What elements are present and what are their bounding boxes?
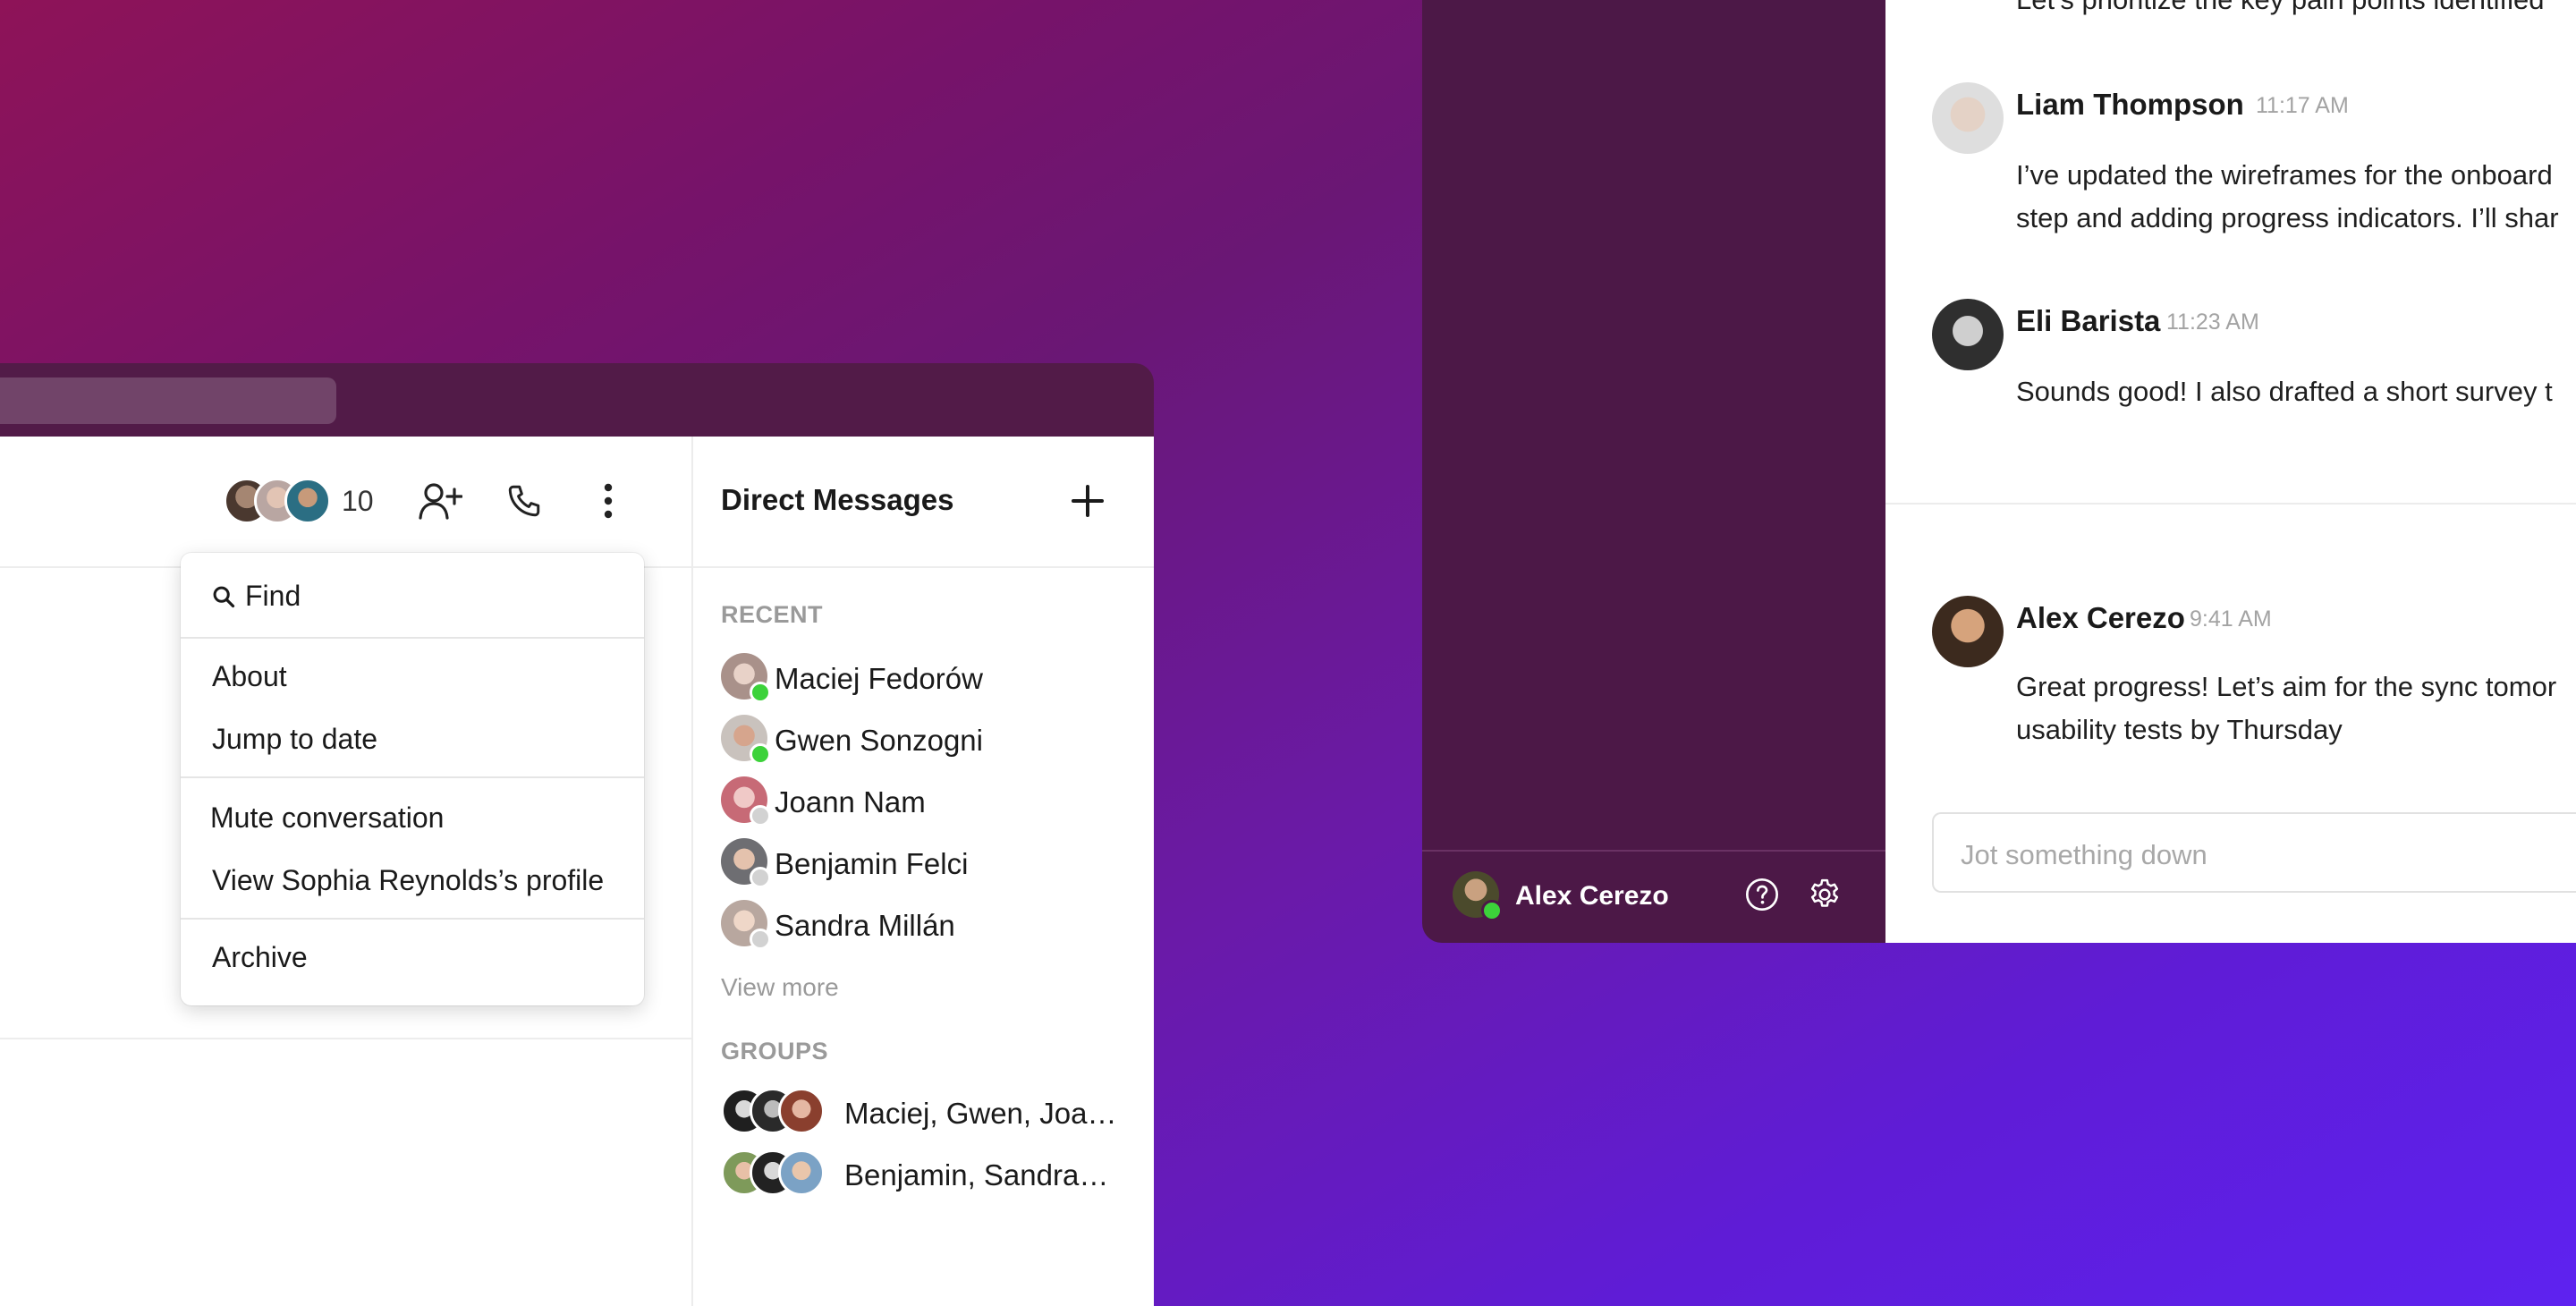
dm-name: Joann Nam — [775, 785, 926, 818]
message-text: Let’s prioritize the key pain points ide… — [2016, 0, 2545, 21]
menu-separator — [181, 776, 644, 778]
message-text: usability tests by Thursday — [2016, 714, 2343, 745]
titlebar-search-bar[interactable] — [0, 377, 336, 424]
message-time: 9:41 AM — [2190, 606, 2272, 632]
menu-item-mute[interactable]: Mute conversation — [210, 801, 444, 835]
current-user-avatar[interactable] — [1453, 871, 1503, 921]
menu-separator — [181, 918, 644, 920]
member-avatar[interactable] — [284, 478, 331, 524]
left-window-titlebar — [0, 363, 1154, 437]
message-avatar[interactable] — [1932, 82, 2004, 154]
dm-name: Maciej Fedorów — [775, 662, 983, 695]
message-avatar[interactable] — [1932, 596, 2004, 667]
help-button[interactable] — [1735, 868, 1789, 921]
menu-item-view-profile[interactable]: View Sophia Reynolds’s profile — [212, 864, 604, 897]
view-more-link[interactable]: View more — [721, 973, 839, 1002]
message-text: Great progress! Let’s aim for the sync t… — [2016, 671, 2557, 702]
recent-section-label: RECENT — [721, 601, 824, 628]
current-user-name: Alex Cerezo — [1515, 881, 1669, 911]
offline-status-dot — [750, 929, 771, 950]
online-status-dot — [750, 743, 771, 765]
offline-status-dot — [750, 805, 771, 827]
call-button[interactable] — [497, 474, 551, 528]
chat-content-divider — [0, 1038, 691, 1039]
message-time: 11:17 AM — [2256, 93, 2349, 118]
message-author[interactable]: Eli Barista — [2016, 304, 2160, 338]
dm-list-item[interactable]: Benjamin Felci — [721, 838, 1141, 888]
online-status-dot — [1481, 900, 1503, 921]
more-options-button[interactable] — [581, 474, 635, 528]
messages-divider — [1885, 503, 2576, 505]
more-vertical-icon — [604, 483, 613, 519]
message-author[interactable]: Liam Thompson — [2016, 88, 2244, 122]
menu-item-archive[interactable]: Archive — [212, 941, 308, 974]
phone-icon — [508, 485, 540, 517]
groups-section-label: GROUPS — [721, 1038, 829, 1064]
gear-icon — [1810, 878, 1839, 907]
message-author[interactable]: Alex Cerezo — [2016, 601, 2185, 635]
options-menu: Find About Jump to date Mute conversatio… — [181, 553, 644, 1005]
new-message-button[interactable] — [1064, 478, 1111, 524]
add-user-button[interactable] — [413, 474, 467, 528]
group-name: Maciej, Gwen, Joa… — [844, 1097, 1117, 1130]
message-text: Sounds good! I also drafted a short surv… — [2016, 376, 2553, 407]
dm-name: Gwen Sonzogni — [775, 724, 983, 757]
dm-header-divider — [693, 566, 1154, 568]
message-text: I’ve updated the wireframes for the onbo… — [2016, 159, 2553, 191]
member-count[interactable]: 10 — [342, 485, 374, 518]
message-text: step and adding progress indicators. I’l… — [2016, 202, 2559, 233]
group-avatar — [778, 1088, 825, 1134]
plus-icon — [1072, 485, 1104, 517]
message-time: 11:23 AM — [2166, 310, 2259, 335]
group-list-item[interactable]: Maciej, Gwen, Joa… — [721, 1088, 1150, 1138]
dm-list-item[interactable]: Gwen Sonzogni — [721, 715, 1141, 765]
menu-separator — [181, 637, 644, 639]
menu-item-about[interactable]: About — [212, 660, 287, 693]
direct-messages-title: Direct Messages — [721, 483, 954, 516]
group-list-item[interactable]: Benjamin, Sandra… — [721, 1149, 1150, 1200]
dm-list-item[interactable]: Joann Nam — [721, 776, 1141, 827]
message-input-placeholder: Jot something down — [1961, 839, 2207, 870]
dm-name: Benjamin Felci — [775, 847, 969, 880]
group-avatar — [778, 1149, 825, 1196]
dm-list-item[interactable]: Maciej Fedorów — [721, 653, 1141, 703]
settings-button[interactable] — [1798, 868, 1852, 921]
menu-item-find[interactable]: Find — [211, 580, 301, 613]
search-icon — [213, 586, 235, 607]
dm-list-item[interactable]: Sandra Millán — [721, 900, 1141, 950]
add-user-icon — [419, 483, 462, 520]
message-avatar[interactable] — [1932, 299, 2004, 370]
menu-item-jump-to-date[interactable]: Jump to date — [212, 723, 377, 756]
menu-item-label: Find — [245, 580, 301, 612]
help-icon — [1746, 878, 1778, 911]
dm-name: Sandra Millán — [775, 909, 955, 942]
group-name: Benjamin, Sandra… — [844, 1158, 1109, 1192]
sidebar-footer-divider — [1422, 850, 1885, 852]
offline-status-dot — [750, 867, 771, 888]
online-status-dot — [750, 682, 771, 703]
right-window-sidebar — [1422, 0, 1885, 943]
